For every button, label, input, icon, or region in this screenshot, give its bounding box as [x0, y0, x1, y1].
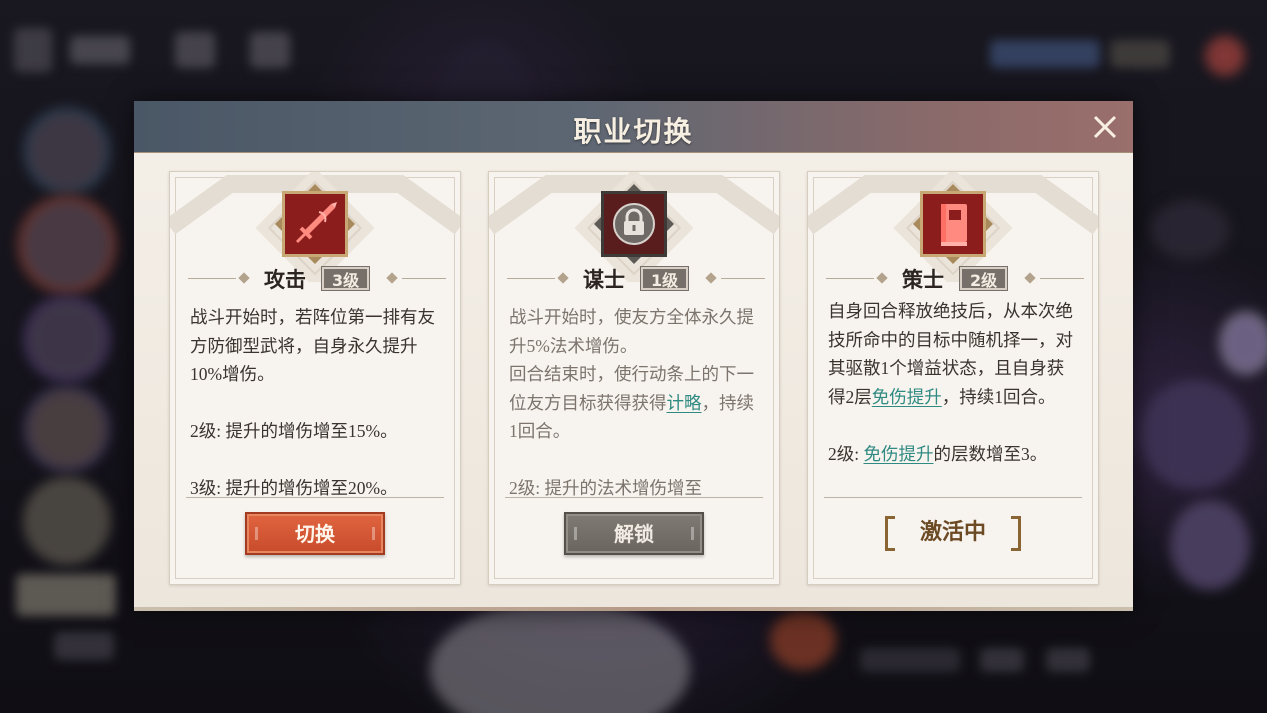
keyword-link-jilue[interactable]: 计略: [667, 393, 702, 413]
unlock-button[interactable]: 解锁: [564, 512, 704, 555]
keyword-link-damage-reduction[interactable]: 免伤提升: [872, 387, 942, 407]
description-line: 战斗开始时，若阵位第一排有友方防御型武将，自身永久提升10%增伤。: [190, 307, 435, 384]
level-badge: 1级: [639, 266, 690, 291]
keyword-link-damage-reduction[interactable]: 免伤提升: [864, 444, 934, 464]
description-line: 2级: 提升的增伤增至15%。: [190, 421, 398, 441]
book-icon: [913, 184, 993, 264]
lock-icon: [594, 184, 674, 264]
active-status-label: 激活中: [883, 512, 1023, 555]
description-line: 回合结束时，使行动条上的下一位友方目标获得获得计略，持续1回合。: [509, 364, 754, 441]
class-card-tactician[interactable]: 策士 2级 自身回合释放绝技后，从本次绝技所命中的目标中随机择一，对其驱散1个增…: [807, 171, 1099, 585]
class-description: 战斗开始时，若阵位第一排有友方防御型武将，自身永久提升10%增伤。 2级: 提升…: [190, 303, 440, 497]
divider: [824, 497, 1082, 498]
dialog-title: 职业切换: [573, 115, 694, 148]
description-line: 2级: 提升的法术增伤增至: [509, 478, 702, 497]
class-description: 自身回合释放绝技后，从本次绝技所命中的目标中随机择一，对其驱散1个增益状态，且自…: [828, 297, 1078, 491]
description-line: 2级: 免伤提升的层数增至3。: [828, 443, 1048, 464]
class-card-attack[interactable]: 攻击 3级 战斗开始时，若阵位第一排有友方防御型武将，自身永久提升10%增伤。 …: [169, 171, 461, 585]
class-name: 策士: [902, 267, 944, 292]
class-switch-dialog: 职业切换 攻击 3级 战斗开始时，若阵位第一排有友方防御型武将，自身永久提升10…: [134, 101, 1133, 611]
divider: [505, 497, 763, 498]
unlock-button-label: 解锁: [614, 522, 654, 546]
class-card-strategist[interactable]: 谋士 1级 战斗开始时，使友方全体永久提升5%法术增伤。 回合结束时，使行动条上…: [488, 171, 780, 585]
close-icon: [1093, 115, 1117, 139]
level-badge: 3级: [320, 266, 371, 291]
dialog-header: 职业切换: [134, 101, 1133, 153]
close-button[interactable]: [1091, 113, 1119, 141]
description-line: 自身回合释放绝技后，从本次绝技所命中的目标中随机择一，对其驱散1个增益状态，且自…: [828, 301, 1073, 407]
level-badge: 2级: [958, 266, 1009, 291]
class-name: 攻击: [264, 267, 306, 292]
switch-button-label: 切换: [295, 522, 335, 546]
description-line: 3级: 提升的增伤增至20%。: [190, 478, 398, 497]
sword-icon: [275, 184, 355, 264]
class-description: 战斗开始时，使友方全体永久提升5%法术增伤。 回合结束时，使行动条上的下一位友方…: [509, 303, 759, 497]
divider: [186, 497, 444, 498]
class-name: 谋士: [583, 267, 625, 292]
active-status-text: 激活中: [919, 519, 986, 545]
description-line: 战斗开始时，使友方全体永久提升5%法术增伤。: [509, 307, 754, 356]
switch-button[interactable]: 切换: [245, 512, 385, 555]
dialog-bottom-border: [134, 607, 1133, 611]
